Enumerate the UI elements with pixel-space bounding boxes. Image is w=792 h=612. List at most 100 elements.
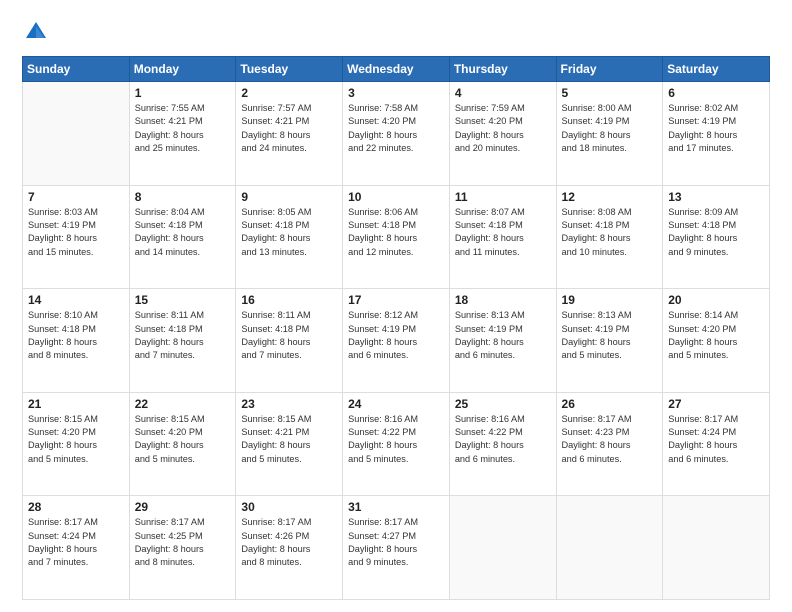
day-number: 16 bbox=[241, 293, 337, 307]
day-number: 13 bbox=[668, 190, 764, 204]
calendar-week-row: 7 Sunrise: 8:03 AM Sunset: 4:19 PM Daylig… bbox=[23, 185, 770, 289]
calendar-day-cell: 16 Sunrise: 8:11 AM Sunset: 4:18 PM Dayli… bbox=[236, 289, 343, 393]
calendar-day-cell: 13 Sunrise: 8:09 AM Sunset: 4:18 PM Dayli… bbox=[663, 185, 770, 289]
day-number: 21 bbox=[28, 397, 124, 411]
day-info: Sunrise: 8:13 AM Sunset: 4:19 PM Dayligh… bbox=[562, 309, 658, 362]
calendar-day-cell: 27 Sunrise: 8:17 AM Sunset: 4:24 PM Dayli… bbox=[663, 392, 770, 496]
day-info: Sunrise: 7:55 AM Sunset: 4:21 PM Dayligh… bbox=[135, 102, 231, 155]
calendar-day-cell: 20 Sunrise: 8:14 AM Sunset: 4:20 PM Dayli… bbox=[663, 289, 770, 393]
weekday-header: Tuesday bbox=[236, 57, 343, 82]
day-number: 15 bbox=[135, 293, 231, 307]
day-number: 23 bbox=[241, 397, 337, 411]
calendar-day-cell: 29Sunrise: 8:17 AM Sunset: 4:25 PM Dayli… bbox=[129, 496, 236, 600]
day-number: 19 bbox=[562, 293, 658, 307]
day-number: 1 bbox=[135, 86, 231, 100]
day-info: Sunrise: 8:00 AM Sunset: 4:19 PM Dayligh… bbox=[562, 102, 658, 155]
calendar-day-cell: 12 Sunrise: 8:08 AM Sunset: 4:18 PM Dayli… bbox=[556, 185, 663, 289]
day-info: Sunrise: 8:17 AM Sunset: 4:25 PM Dayligh… bbox=[135, 516, 231, 569]
calendar-day-cell bbox=[449, 496, 556, 600]
day-info: Sunrise: 8:04 AM Sunset: 4:18 PM Dayligh… bbox=[135, 206, 231, 259]
day-number: 28 bbox=[28, 500, 124, 514]
day-number: 20 bbox=[668, 293, 764, 307]
day-info: Sunrise: 8:17 AM Sunset: 4:23 PM Dayligh… bbox=[562, 413, 658, 466]
day-number: 7 bbox=[28, 190, 124, 204]
calendar-day-cell bbox=[23, 82, 130, 186]
day-info: Sunrise: 8:15 AM Sunset: 4:20 PM Dayligh… bbox=[28, 413, 124, 466]
page: SundayMondayTuesdayWednesdayThursdayFrid… bbox=[0, 0, 792, 612]
day-info: Sunrise: 8:17 AM Sunset: 4:24 PM Dayligh… bbox=[28, 516, 124, 569]
day-info: Sunrise: 8:16 AM Sunset: 4:22 PM Dayligh… bbox=[348, 413, 444, 466]
day-number: 14 bbox=[28, 293, 124, 307]
calendar-day-cell: 18 Sunrise: 8:13 AM Sunset: 4:19 PM Dayli… bbox=[449, 289, 556, 393]
weekday-header: Saturday bbox=[663, 57, 770, 82]
calendar-day-cell: 11 Sunrise: 8:07 AM Sunset: 4:18 PM Dayli… bbox=[449, 185, 556, 289]
day-info: Sunrise: 8:17 AM Sunset: 4:27 PM Dayligh… bbox=[348, 516, 444, 569]
calendar-day-cell: 6Sunrise: 8:02 AM Sunset: 4:19 PM Daylig… bbox=[663, 82, 770, 186]
day-info: Sunrise: 7:58 AM Sunset: 4:20 PM Dayligh… bbox=[348, 102, 444, 155]
calendar-day-cell: 26 Sunrise: 8:17 AM Sunset: 4:23 PM Dayli… bbox=[556, 392, 663, 496]
day-info: Sunrise: 8:12 AM Sunset: 4:19 PM Dayligh… bbox=[348, 309, 444, 362]
weekday-header: Thursday bbox=[449, 57, 556, 82]
day-number: 11 bbox=[455, 190, 551, 204]
day-info: Sunrise: 7:57 AM Sunset: 4:21 PM Dayligh… bbox=[241, 102, 337, 155]
day-info: Sunrise: 8:15 AM Sunset: 4:20 PM Dayligh… bbox=[135, 413, 231, 466]
day-number: 4 bbox=[455, 86, 551, 100]
weekday-header: Wednesday bbox=[343, 57, 450, 82]
calendar-day-cell: 30 Sunrise: 8:17 AM Sunset: 4:26 PM Dayli… bbox=[236, 496, 343, 600]
calendar-day-cell: 14 Sunrise: 8:10 AM Sunset: 4:18 PM Dayli… bbox=[23, 289, 130, 393]
calendar-day-cell: 22 Sunrise: 8:15 AM Sunset: 4:20 PM Dayli… bbox=[129, 392, 236, 496]
calendar-header-row: SundayMondayTuesdayWednesdayThursdayFrid… bbox=[23, 57, 770, 82]
calendar-day-cell: 28 Sunrise: 8:17 AM Sunset: 4:24 PM Dayli… bbox=[23, 496, 130, 600]
day-info: Sunrise: 8:06 AM Sunset: 4:18 PM Dayligh… bbox=[348, 206, 444, 259]
calendar-week-row: 1 Sunrise: 7:55 AM Sunset: 4:21 PM Daylig… bbox=[23, 82, 770, 186]
day-number: 25 bbox=[455, 397, 551, 411]
day-number: 8 bbox=[135, 190, 231, 204]
calendar-day-cell: 17Sunrise: 8:12 AM Sunset: 4:19 PM Dayli… bbox=[343, 289, 450, 393]
calendar-day-cell: 7 Sunrise: 8:03 AM Sunset: 4:19 PM Daylig… bbox=[23, 185, 130, 289]
day-number: 18 bbox=[455, 293, 551, 307]
day-number: 10 bbox=[348, 190, 444, 204]
day-info: Sunrise: 8:11 AM Sunset: 4:18 PM Dayligh… bbox=[241, 309, 337, 362]
weekday-header: Monday bbox=[129, 57, 236, 82]
day-number: 27 bbox=[668, 397, 764, 411]
day-number: 26 bbox=[562, 397, 658, 411]
day-info: Sunrise: 7:59 AM Sunset: 4:20 PM Dayligh… bbox=[455, 102, 551, 155]
logo bbox=[22, 18, 54, 46]
logo-icon bbox=[22, 18, 50, 46]
day-info: Sunrise: 8:03 AM Sunset: 4:19 PM Dayligh… bbox=[28, 206, 124, 259]
calendar-day-cell: 10 Sunrise: 8:06 AM Sunset: 4:18 PM Dayli… bbox=[343, 185, 450, 289]
calendar-day-cell: 21 Sunrise: 8:15 AM Sunset: 4:20 PM Dayli… bbox=[23, 392, 130, 496]
day-number: 30 bbox=[241, 500, 337, 514]
day-info: Sunrise: 8:08 AM Sunset: 4:18 PM Dayligh… bbox=[562, 206, 658, 259]
weekday-header: Sunday bbox=[23, 57, 130, 82]
day-info: Sunrise: 8:15 AM Sunset: 4:21 PM Dayligh… bbox=[241, 413, 337, 466]
day-info: Sunrise: 8:11 AM Sunset: 4:18 PM Dayligh… bbox=[135, 309, 231, 362]
day-info: Sunrise: 8:13 AM Sunset: 4:19 PM Dayligh… bbox=[455, 309, 551, 362]
day-info: Sunrise: 8:07 AM Sunset: 4:18 PM Dayligh… bbox=[455, 206, 551, 259]
day-info: Sunrise: 8:14 AM Sunset: 4:20 PM Dayligh… bbox=[668, 309, 764, 362]
calendar-week-row: 28 Sunrise: 8:17 AM Sunset: 4:24 PM Dayli… bbox=[23, 496, 770, 600]
day-number: 2 bbox=[241, 86, 337, 100]
calendar-day-cell: 1 Sunrise: 7:55 AM Sunset: 4:21 PM Daylig… bbox=[129, 82, 236, 186]
day-info: Sunrise: 8:17 AM Sunset: 4:24 PM Dayligh… bbox=[668, 413, 764, 466]
day-info: Sunrise: 8:17 AM Sunset: 4:26 PM Dayligh… bbox=[241, 516, 337, 569]
day-info: Sunrise: 8:05 AM Sunset: 4:18 PM Dayligh… bbox=[241, 206, 337, 259]
calendar-week-row: 14 Sunrise: 8:10 AM Sunset: 4:18 PM Dayli… bbox=[23, 289, 770, 393]
calendar-day-cell: 15 Sunrise: 8:11 AM Sunset: 4:18 PM Dayli… bbox=[129, 289, 236, 393]
day-number: 9 bbox=[241, 190, 337, 204]
day-info: Sunrise: 8:09 AM Sunset: 4:18 PM Dayligh… bbox=[668, 206, 764, 259]
calendar-day-cell bbox=[663, 496, 770, 600]
day-number: 31 bbox=[348, 500, 444, 514]
day-number: 5 bbox=[562, 86, 658, 100]
day-number: 22 bbox=[135, 397, 231, 411]
day-number: 3 bbox=[348, 86, 444, 100]
day-info: Sunrise: 8:10 AM Sunset: 4:18 PM Dayligh… bbox=[28, 309, 124, 362]
calendar-day-cell: 19 Sunrise: 8:13 AM Sunset: 4:19 PM Dayli… bbox=[556, 289, 663, 393]
day-number: 12 bbox=[562, 190, 658, 204]
calendar-day-cell: 8 Sunrise: 8:04 AM Sunset: 4:18 PM Daylig… bbox=[129, 185, 236, 289]
calendar-table: SundayMondayTuesdayWednesdayThursdayFrid… bbox=[22, 56, 770, 600]
calendar-day-cell: 31 Sunrise: 8:17 AM Sunset: 4:27 PM Dayli… bbox=[343, 496, 450, 600]
day-info: Sunrise: 8:02 AM Sunset: 4:19 PM Dayligh… bbox=[668, 102, 764, 155]
weekday-header: Friday bbox=[556, 57, 663, 82]
calendar-week-row: 21 Sunrise: 8:15 AM Sunset: 4:20 PM Dayli… bbox=[23, 392, 770, 496]
